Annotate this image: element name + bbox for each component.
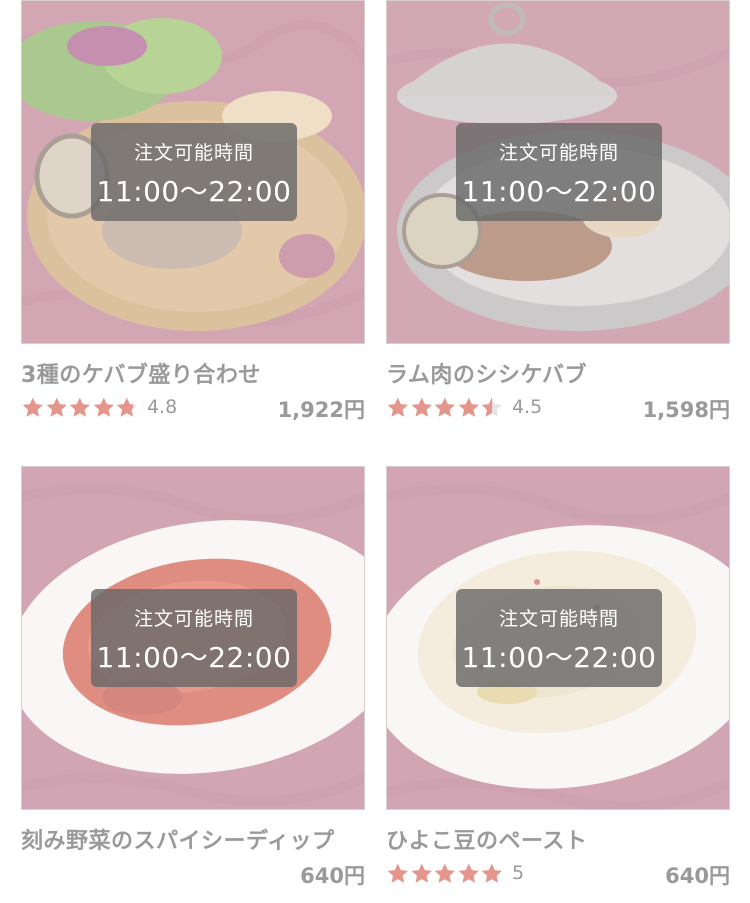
dish-photo[interactable]: 注文可能時間 11:00〜22:00	[386, 0, 730, 344]
order-hours-time: 11:00〜22:00	[461, 641, 657, 674]
star-icon	[458, 863, 479, 883]
star-icon	[411, 863, 432, 883]
dish-name[interactable]: 3種のケバブ盛り合わせ	[21, 357, 261, 389]
order-hours-time: 11:00〜22:00	[461, 175, 657, 208]
star-icon	[434, 863, 456, 883]
rating-stars	[386, 862, 504, 884]
rating: 4.8	[21, 395, 177, 419]
star-icon	[93, 397, 114, 417]
dish-name[interactable]: ラム肉のシシケバブ	[386, 357, 587, 389]
star-icon	[46, 397, 67, 417]
order-hours-label: 注文可能時間	[498, 608, 619, 630]
price: 640円	[665, 864, 730, 888]
star-icon	[69, 397, 91, 417]
dish-photo[interactable]: 注文可能時間 11:00〜22:00	[386, 466, 730, 810]
order-hours-badge: 注文可能時間 11:00〜22:00	[456, 589, 662, 687]
order-hours-badge: 注文可能時間 11:00〜22:00	[91, 589, 297, 687]
dish-name[interactable]: 刻み野菜のスパイシーディップ	[21, 823, 334, 855]
rating: 5	[386, 861, 524, 885]
star-icon	[387, 397, 408, 417]
dish-name[interactable]: ひよこ豆のペースト	[386, 823, 587, 855]
star-icon	[482, 397, 503, 417]
star-icon	[117, 397, 138, 417]
rating-stars	[21, 396, 139, 418]
order-hours-label: 注文可能時間	[133, 608, 254, 630]
rating-value: 4.8	[146, 396, 178, 418]
star-icon	[482, 863, 503, 883]
star-icon	[458, 397, 479, 417]
dish-photo[interactable]: 注文可能時間 11:00〜22:00	[21, 0, 365, 344]
rating: 4.5	[386, 395, 542, 419]
price: 640円	[300, 864, 365, 888]
order-hours-time: 11:00〜22:00	[96, 641, 292, 674]
star-icon	[387, 863, 408, 883]
order-hours-badge: 注文可能時間 11:00〜22:00	[456, 123, 662, 221]
star-icon	[434, 397, 456, 417]
star-icon	[22, 397, 43, 417]
rating-value: 5	[511, 862, 525, 884]
rating-stars	[386, 396, 504, 418]
price: 1,598円	[642, 398, 730, 422]
order-hours-label: 注文可能時間	[133, 142, 254, 164]
order-hours-label: 注文可能時間	[498, 142, 619, 164]
order-hours-badge: 注文可能時間 11:00〜22:00	[91, 123, 297, 221]
rating-value: 4.5	[511, 396, 543, 418]
star-icon	[411, 397, 432, 417]
dish-photo[interactable]: 注文可能時間 11:00〜22:00	[21, 466, 365, 810]
order-hours-time: 11:00〜22:00	[96, 175, 292, 208]
price: 1,922円	[277, 398, 365, 422]
